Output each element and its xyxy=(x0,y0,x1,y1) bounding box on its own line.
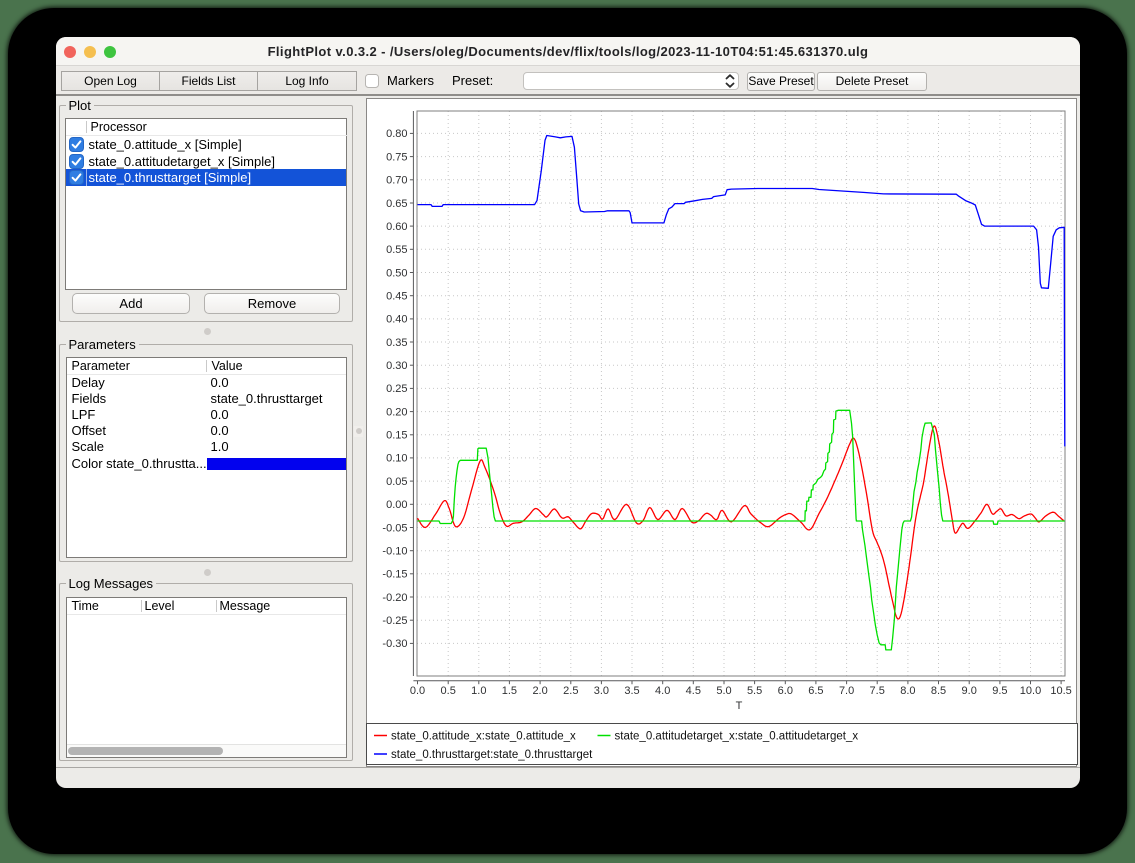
svg-text:0.0: 0.0 xyxy=(410,685,425,697)
svg-text:9.5: 9.5 xyxy=(992,685,1007,697)
svg-text:9.0: 9.0 xyxy=(962,685,977,697)
svg-text:-0.20: -0.20 xyxy=(382,592,407,604)
svg-text:0.5: 0.5 xyxy=(441,685,456,697)
svg-text:0.15: 0.15 xyxy=(386,430,407,442)
svg-text:7.0: 7.0 xyxy=(839,685,854,697)
svg-text:state_0.attitude_x:state_0.att: state_0.attitude_x:state_0.attitude_x xyxy=(391,731,576,743)
svg-text:0.10: 0.10 xyxy=(386,453,407,465)
svg-text:-0.10: -0.10 xyxy=(382,546,407,558)
svg-text:0.40: 0.40 xyxy=(386,314,407,326)
svg-text:T: T xyxy=(736,700,743,712)
svg-text:0.35: 0.35 xyxy=(386,337,407,349)
svg-text:2.0: 2.0 xyxy=(532,685,547,697)
svg-text:0.55: 0.55 xyxy=(386,244,407,256)
svg-text:3.0: 3.0 xyxy=(594,685,609,697)
svg-text:-0.25: -0.25 xyxy=(382,615,407,627)
svg-text:0.75: 0.75 xyxy=(386,151,407,163)
svg-text:0.30: 0.30 xyxy=(386,360,407,372)
svg-text:0.25: 0.25 xyxy=(386,383,407,395)
svg-text:2.5: 2.5 xyxy=(563,685,578,697)
svg-text:0.70: 0.70 xyxy=(386,175,407,187)
svg-text:state_0.thrusttarget:state_0.t: state_0.thrusttarget:state_0.thrusttarge… xyxy=(391,749,593,761)
svg-text:8.0: 8.0 xyxy=(900,685,915,697)
svg-text:10.0: 10.0 xyxy=(1020,685,1041,697)
svg-text:0.80: 0.80 xyxy=(386,128,407,140)
svg-text:7.5: 7.5 xyxy=(870,685,885,697)
svg-text:6.0: 6.0 xyxy=(778,685,793,697)
svg-text:0.00: 0.00 xyxy=(386,499,407,511)
svg-text:0.20: 0.20 xyxy=(386,406,407,418)
svg-text:5.5: 5.5 xyxy=(747,685,762,697)
svg-text:0.60: 0.60 xyxy=(386,221,407,233)
svg-text:10.5: 10.5 xyxy=(1050,685,1071,697)
svg-text:8.5: 8.5 xyxy=(931,685,946,697)
svg-text:state_0.attitudetarget_x:state: state_0.attitudetarget_x:state_0.attitud… xyxy=(614,731,858,743)
svg-text:-0.05: -0.05 xyxy=(382,522,407,534)
svg-text:4.5: 4.5 xyxy=(686,685,701,697)
svg-text:6.5: 6.5 xyxy=(808,685,823,697)
svg-text:5.0: 5.0 xyxy=(716,685,731,697)
svg-text:-0.30: -0.30 xyxy=(382,638,407,650)
svg-text:-0.15: -0.15 xyxy=(382,569,407,581)
svg-text:4.0: 4.0 xyxy=(655,685,670,697)
svg-text:1.0: 1.0 xyxy=(471,685,486,697)
svg-text:0.45: 0.45 xyxy=(386,291,407,303)
svg-text:0.05: 0.05 xyxy=(386,476,407,488)
svg-text:1.5: 1.5 xyxy=(502,685,517,697)
svg-text:0.65: 0.65 xyxy=(386,198,407,210)
svg-text:0.50: 0.50 xyxy=(386,267,407,279)
svg-text:3.5: 3.5 xyxy=(624,685,639,697)
